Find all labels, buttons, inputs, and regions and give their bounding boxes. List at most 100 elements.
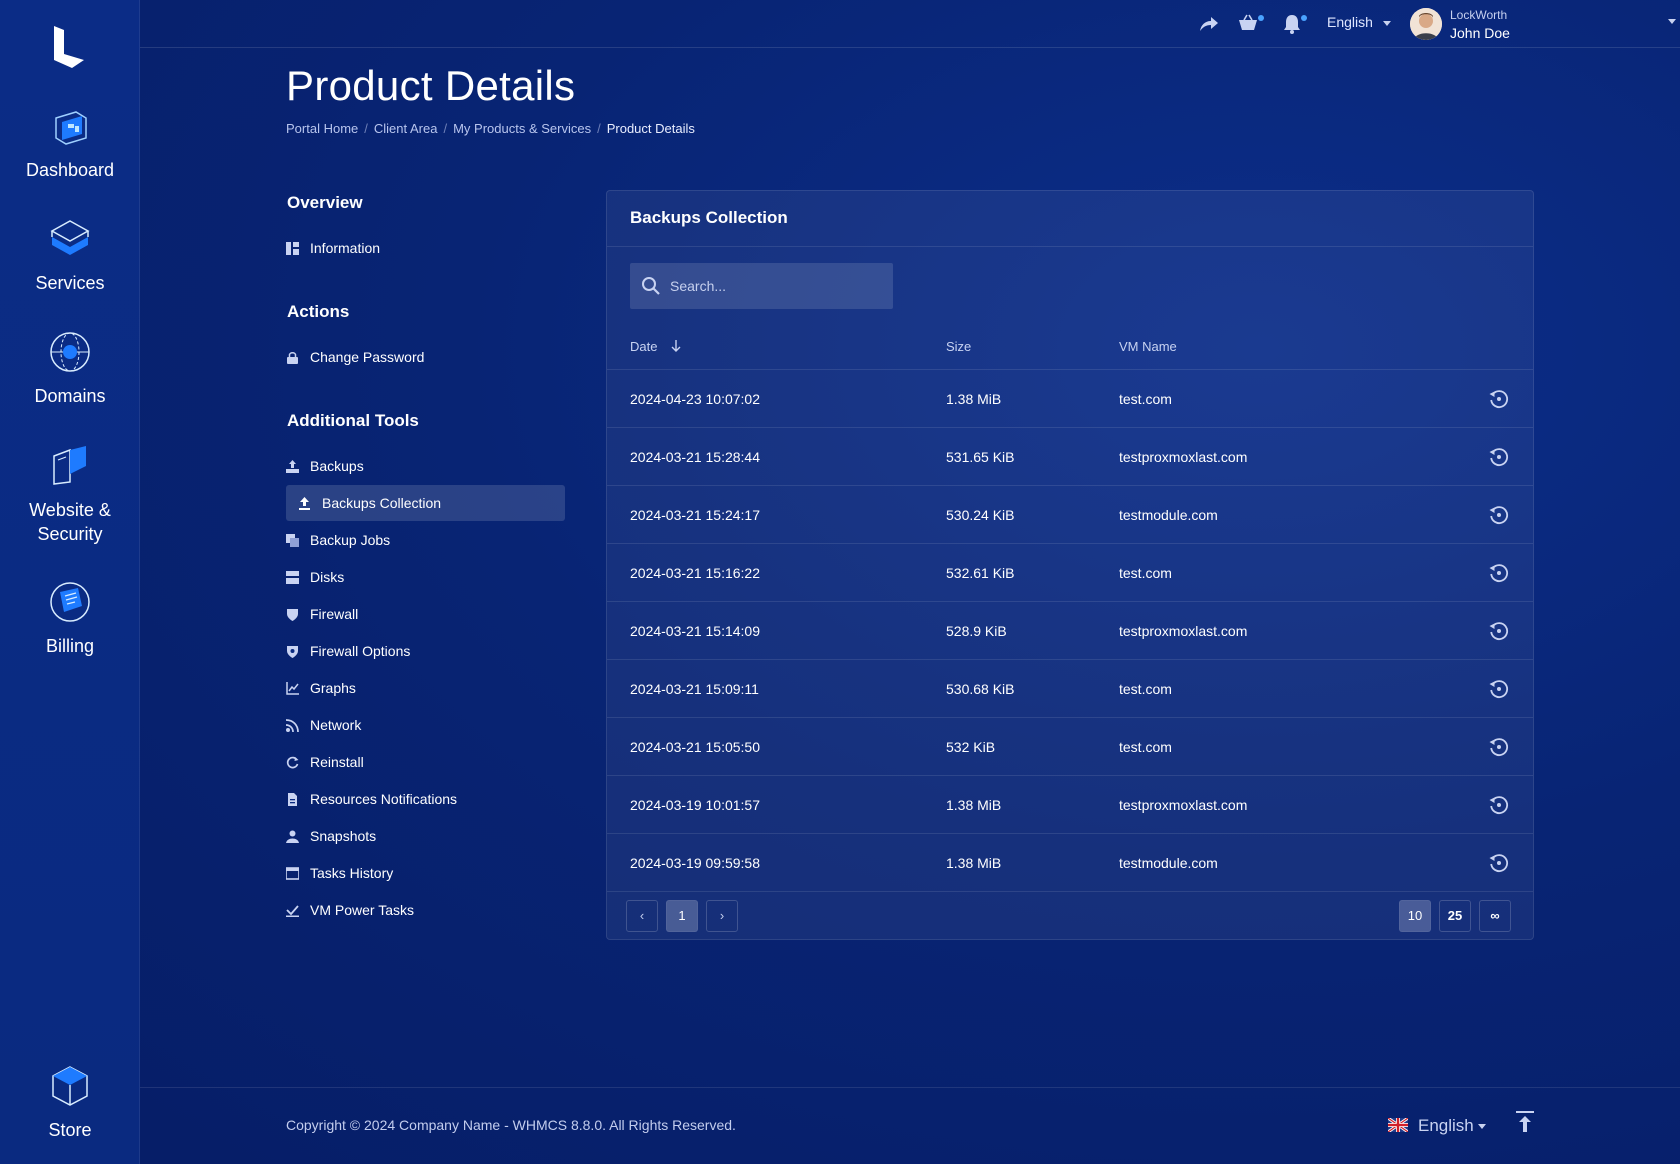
restore-icon[interactable]: [1488, 620, 1510, 642]
services-icon: [50, 220, 90, 255]
pager-divider: [607, 891, 1533, 892]
notifications-bell-icon[interactable]: [1281, 13, 1303, 35]
page-size-25[interactable]: 25: [1439, 900, 1471, 932]
sidebar-item-change-password[interactable]: Change Password: [286, 339, 565, 375]
cell-size: 1.38 MiB: [946, 797, 1002, 813]
sidebar-item-backup-jobs[interactable]: Backup Jobs: [286, 522, 565, 558]
cell-date: 2024-04-23 10:07:02: [630, 391, 760, 407]
column-header-vm-name[interactable]: VM Name: [1119, 339, 1177, 354]
sidebar-item-label: Disks: [310, 569, 345, 585]
rail-item-website-security[interactable]: Website & Security: [0, 444, 140, 546]
rail-item-dashboard[interactable]: Dashboard: [0, 104, 140, 182]
sidebar-item-label: Firewall Options: [310, 643, 411, 659]
graph-icon: [286, 682, 299, 695]
avatar[interactable]: [1410, 8, 1442, 40]
restore-icon[interactable]: [1488, 562, 1510, 584]
language-label: English: [1327, 14, 1373, 30]
page-title: Product Details: [286, 62, 576, 109]
rail-label-billing: Billing: [45, 636, 95, 656]
restore-icon[interactable]: [1488, 736, 1510, 758]
rail-item-domains[interactable]: Domains: [0, 330, 140, 408]
sidebar-item-disks[interactable]: Disks: [286, 559, 565, 595]
breadcrumb-portal-home[interactable]: Portal Home: [286, 121, 358, 136]
pagination-page-1[interactable]: 1: [666, 900, 698, 932]
restore-icon[interactable]: [1488, 794, 1510, 816]
pagination-next-button[interactable]: ›: [706, 900, 738, 932]
shield-options-icon: [287, 646, 298, 658]
cell-date: 2024-03-21 15:05:50: [630, 739, 760, 755]
sidebar-item-label: Backups: [310, 458, 364, 474]
breadcrumb-my-products[interactable]: My Products & Services: [453, 121, 591, 136]
sidebar-item-backups-collection[interactable]: Backups Collection: [286, 485, 565, 521]
user-name[interactable]: John Doe: [1450, 25, 1510, 41]
copyright-text: Copyright © 2024 Company Name - WHMCS 8.…: [286, 1117, 736, 1133]
backups-icon: [286, 460, 299, 473]
rail-label-services: Services: [35, 273, 105, 293]
sidebar-item-label: Firewall: [310, 606, 359, 622]
backup-jobs-icon: [286, 534, 299, 547]
sidebar-item-resources-notifications[interactable]: Resources Notifications: [286, 781, 565, 817]
sidebar-item-graphs[interactable]: Graphs: [286, 670, 565, 706]
breadcrumb-client-area[interactable]: Client Area: [374, 121, 438, 136]
footer-language-label: English: [1418, 1116, 1474, 1135]
sidebar-item-backups[interactable]: Backups: [286, 448, 565, 484]
sidebar-item-snapshots[interactable]: Snapshots: [286, 818, 565, 854]
cell-size: 530.24 KiB: [946, 507, 1015, 523]
sidebar-item-firewall[interactable]: Firewall: [286, 596, 565, 632]
sidebar-item-information[interactable]: Information: [286, 230, 565, 266]
footer-divider: [140, 1087, 1680, 1088]
sidebar-item-reinstall[interactable]: Reinstall: [286, 744, 565, 780]
page-size-10[interactable]: 10: [1399, 900, 1431, 932]
cart-icon[interactable]: [1237, 13, 1259, 35]
notifications-badge: [1301, 15, 1307, 21]
column-header-date[interactable]: Date: [630, 339, 681, 354]
sidebar-item-label: Tasks History: [310, 865, 394, 881]
sidebar-item-tasks-history[interactable]: Tasks History: [286, 855, 565, 891]
breadcrumb-separator: /: [443, 121, 448, 136]
search-input[interactable]: [670, 263, 880, 309]
share-icon[interactable]: [1198, 13, 1220, 35]
sort-descending-icon: [671, 340, 681, 352]
sidebar-item-label: Resources Notifications: [310, 791, 458, 807]
rail-item-store[interactable]: Store: [0, 1064, 140, 1142]
actions-section-title: Actions: [287, 302, 350, 321]
scroll-to-top-icon[interactable]: [1514, 1110, 1536, 1134]
billing-icon: [50, 582, 90, 622]
restore-icon[interactable]: [1488, 852, 1510, 874]
overview-section-title: Overview: [287, 193, 363, 212]
domains-icon: [50, 332, 90, 372]
sidebar-item-network[interactable]: Network: [286, 707, 565, 743]
sidebar-item-firewall-options[interactable]: Firewall Options: [286, 633, 565, 669]
cell-size: 1.38 MiB: [946, 391, 1002, 407]
store-icon: [52, 1066, 88, 1106]
rail-item-billing[interactable]: Billing: [0, 580, 140, 658]
table-row: 2024-03-21 15:14:09 528.9 KiB testproxmoxl…: [607, 601, 1533, 659]
user-menu-chevron-icon[interactable]: [1668, 19, 1676, 24]
lock-icon: [287, 352, 298, 364]
page-size-all[interactable]: ∞: [1479, 900, 1511, 932]
restore-icon[interactable]: [1488, 388, 1510, 410]
sidebar-item-label: VM Power Tasks: [310, 902, 414, 918]
cell-size: 530.68 KiB: [946, 681, 1015, 697]
cell-vm-name: test.com: [1119, 681, 1172, 697]
sidebar-item-label: Backup Jobs: [310, 532, 391, 548]
cell-date: 2024-03-21 15:24:17: [630, 507, 760, 523]
brand-logo-icon[interactable]: [50, 24, 90, 70]
footer-language-selector[interactable]: English: [1388, 1116, 1486, 1136]
search-box[interactable]: [630, 263, 893, 309]
restore-icon[interactable]: [1488, 446, 1510, 468]
table-row: 2024-04-23 10:07:02 1.38 MiB test.com: [607, 369, 1533, 427]
restore-icon[interactable]: [1488, 504, 1510, 526]
column-header-date-label: Date: [630, 339, 658, 354]
cell-date: 2024-03-21 15:14:09: [630, 623, 760, 639]
rail-item-services[interactable]: Services: [0, 217, 140, 295]
rail-label-store: Store: [48, 1120, 92, 1140]
cell-vm-name: testproxmoxlast.com: [1119, 797, 1248, 813]
breadcrumb-separator: /: [597, 121, 601, 136]
column-header-size[interactable]: Size: [946, 339, 971, 354]
restore-icon[interactable]: [1488, 678, 1510, 700]
cell-date: 2024-03-19 10:01:57: [630, 797, 760, 813]
language-selector[interactable]: English: [1327, 14, 1391, 30]
sidebar-item-vm-power-tasks[interactable]: VM Power Tasks: [286, 892, 565, 928]
pagination-prev-button[interactable]: ‹: [626, 900, 658, 932]
